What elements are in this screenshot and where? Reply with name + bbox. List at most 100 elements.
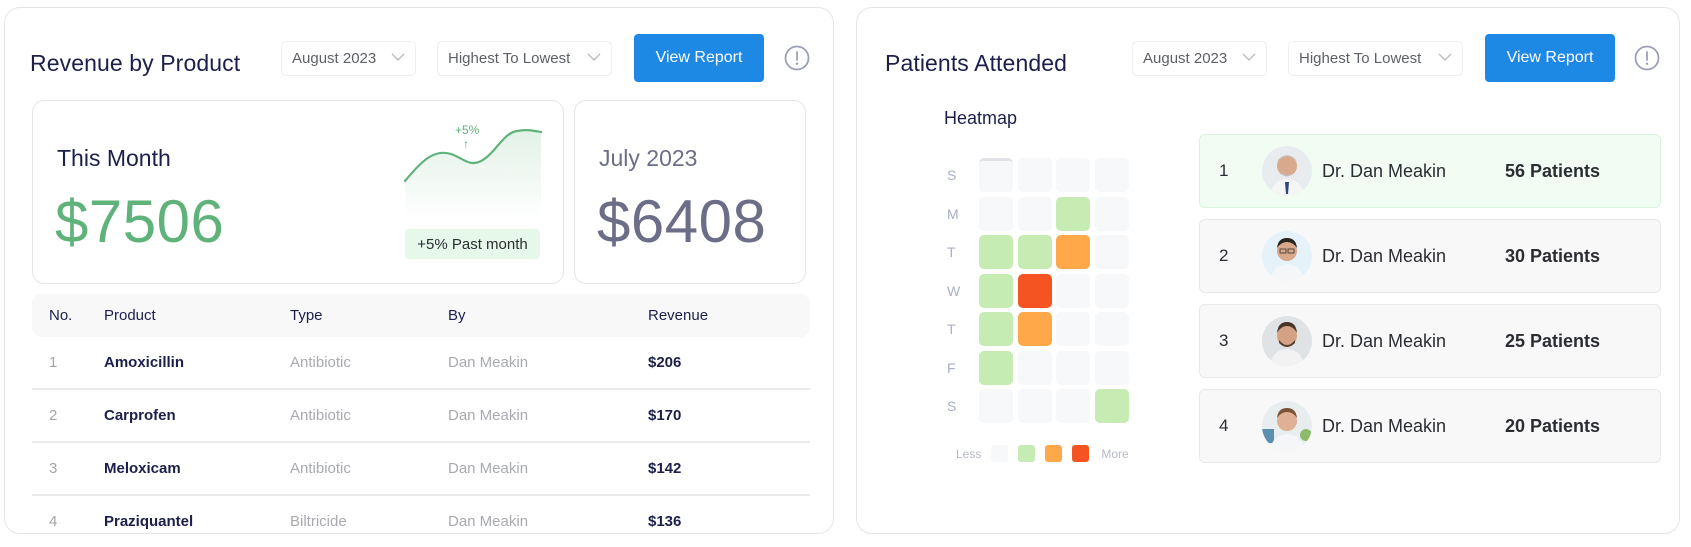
heatmap-row: M [947, 195, 1133, 234]
legend-swatch-level-3 [1072, 445, 1090, 462]
avatar [1262, 316, 1312, 366]
doctor-patient-count: 20 Patients [1505, 415, 1601, 436]
cell-product: Carprofen [104, 407, 176, 424]
cell-type: Antibiotic [290, 460, 351, 477]
revenue-sort-dropdown[interactable]: Highest To Lowest [437, 41, 612, 76]
legend-more-label: More [1101, 446, 1129, 461]
heatmap-row: S [947, 156, 1133, 195]
patients-month-value: August 2023 [1143, 50, 1228, 67]
column-header-product: Product [104, 307, 156, 324]
doctor-patient-count: 30 Patients [1505, 245, 1601, 266]
heatmap-cell[interactable] [1056, 273, 1090, 308]
heatmap-cell[interactable] [979, 350, 1013, 385]
cell-product: Meloxicam [104, 460, 181, 477]
this-month-value: $7506 [55, 188, 225, 255]
column-header-by: By [448, 307, 466, 324]
heatmap-cell[interactable] [1017, 235, 1052, 270]
revenue-month-dropdown[interactable]: August 2023 [281, 41, 416, 76]
patients-month-dropdown[interactable]: August 2023 [1132, 41, 1267, 76]
revenue-panel-title: Revenue by Product [30, 50, 241, 76]
cell-by: Dan Meakin [448, 513, 529, 530]
cell-revenue: $206 [648, 354, 682, 371]
heatmap-cell[interactable] [1056, 312, 1090, 347]
heatmap-row: T [947, 233, 1133, 272]
cell-type: Biltricide [290, 513, 347, 530]
cell-product: Praziquantel [104, 513, 194, 530]
heatmap-cell[interactable] [1094, 389, 1129, 424]
heatmap-legend: Less More [956, 445, 1129, 462]
doctor-list-item[interactable]: 4 Dr. Dan Meakin 20 Patients [1199, 389, 1661, 463]
legend-swatch-level-2 [1045, 445, 1063, 462]
table-row[interactable]: 4 Praziquantel Biltricide Dan Meakin $13… [32, 496, 810, 533]
table-row[interactable]: 1 Amoxicillin Antibiotic Dan Meakin $206 [32, 337, 810, 390]
heatmap-cell[interactable] [1017, 273, 1052, 308]
cell-no: 2 [49, 407, 58, 424]
cell-revenue: $136 [648, 513, 682, 530]
trend-percent: +5% [455, 123, 480, 137]
heatmap-cell[interactable] [1017, 158, 1052, 193]
heatmap-cell[interactable] [1094, 273, 1129, 308]
heatmap-cell[interactable] [1056, 350, 1090, 385]
heatmap-cell[interactable] [1056, 196, 1090, 231]
revenue-view-report-button[interactable]: View Report [634, 34, 764, 82]
info-circle-icon[interactable] [784, 45, 810, 71]
chevron-down-icon [1242, 53, 1256, 61]
heatmap-cell[interactable] [979, 235, 1013, 270]
heatmap-cell[interactable] [1056, 389, 1090, 424]
heatmap-cell[interactable] [979, 158, 1013, 193]
patients-attended-card: Patients Attended August 2023 Highest To… [856, 7, 1680, 534]
cell-by: Dan Meakin [448, 354, 529, 371]
doctor-list-item[interactable]: 2 Dr. Dan Meakin 30 Patients [1199, 219, 1661, 293]
heatmap-day-label: T [947, 244, 956, 261]
heatmap-cell[interactable] [979, 389, 1013, 424]
heatmap-cell[interactable] [1017, 312, 1052, 347]
heatmap-cell[interactable] [979, 273, 1013, 308]
avatar [1262, 401, 1312, 451]
heatmap-day-label: T [947, 321, 956, 338]
cell-type: Antibiotic [290, 354, 351, 371]
heatmap-cell[interactable] [1017, 350, 1052, 385]
patients-sort-dropdown[interactable]: Highest To Lowest [1288, 41, 1463, 76]
cell-product: Amoxicillin [104, 354, 185, 371]
heatmap-cell[interactable] [979, 312, 1013, 347]
heatmap-grid: S M T W T F S [947, 156, 1133, 426]
patients-view-report-button[interactable]: View Report [1485, 34, 1615, 82]
cell-by: Dan Meakin [448, 407, 529, 424]
cell-by: Dan Meakin [448, 460, 529, 477]
doctor-patient-count: 25 Patients [1505, 330, 1601, 351]
doctor-patient-count: 56 Patients [1505, 160, 1601, 181]
heatmap-row: W [947, 272, 1133, 311]
heatmap-cell[interactable] [1056, 235, 1090, 270]
previous-month-label: July 2023 [599, 145, 698, 171]
heatmap-cell[interactable] [1094, 312, 1129, 347]
doctor-list-item[interactable]: 1 Dr. Dan Meakin 56 Patients [1199, 134, 1661, 208]
revenue-table: No. Product Type By Revenue 1 Amoxicilli… [32, 294, 810, 533]
info-circle-icon[interactable] [1634, 45, 1660, 71]
past-month-badge: +5% Past month [405, 229, 540, 259]
heatmap-cell[interactable] [1056, 158, 1090, 193]
heatmap-cell[interactable] [1094, 196, 1129, 231]
heatmap-day-label: F [947, 359, 956, 376]
chevron-down-icon [391, 53, 405, 61]
cell-no: 3 [49, 460, 58, 477]
doctor-list-item[interactable]: 3 Dr. Dan Meakin 25 Patients [1199, 304, 1661, 378]
heatmap-row: T [947, 310, 1133, 349]
table-row[interactable]: 3 Meloxicam Antibiotic Dan Meakin $142 [32, 443, 810, 496]
heatmap-cell[interactable] [1094, 158, 1129, 193]
chevron-down-icon [587, 53, 601, 61]
heatmap-day-label: M [947, 205, 959, 222]
revenue-by-product-card: Revenue by Product August 2023 Highest T… [4, 7, 834, 534]
table-row[interactable]: 2 Carprofen Antibiotic Dan Meakin $170 [32, 390, 810, 443]
patients-sort-value: Highest To Lowest [1299, 50, 1422, 67]
heatmap-cell[interactable] [979, 196, 1013, 231]
heatmap-cell[interactable] [1094, 235, 1129, 270]
doctor-rank: 1 [1219, 161, 1229, 180]
cell-type: Antibiotic [290, 407, 351, 424]
arrow-up-icon: ↑ [463, 137, 469, 151]
heatmap-cell[interactable] [1017, 389, 1052, 424]
this-month-card: This Month $7506 +5% ↑ +5% Past month [32, 100, 564, 284]
heatmap-cell[interactable] [1017, 196, 1052, 231]
doctor-name: Dr. Dan Meakin [1322, 330, 1447, 351]
heatmap-cell[interactable] [1094, 350, 1129, 385]
cell-no: 4 [49, 513, 58, 530]
